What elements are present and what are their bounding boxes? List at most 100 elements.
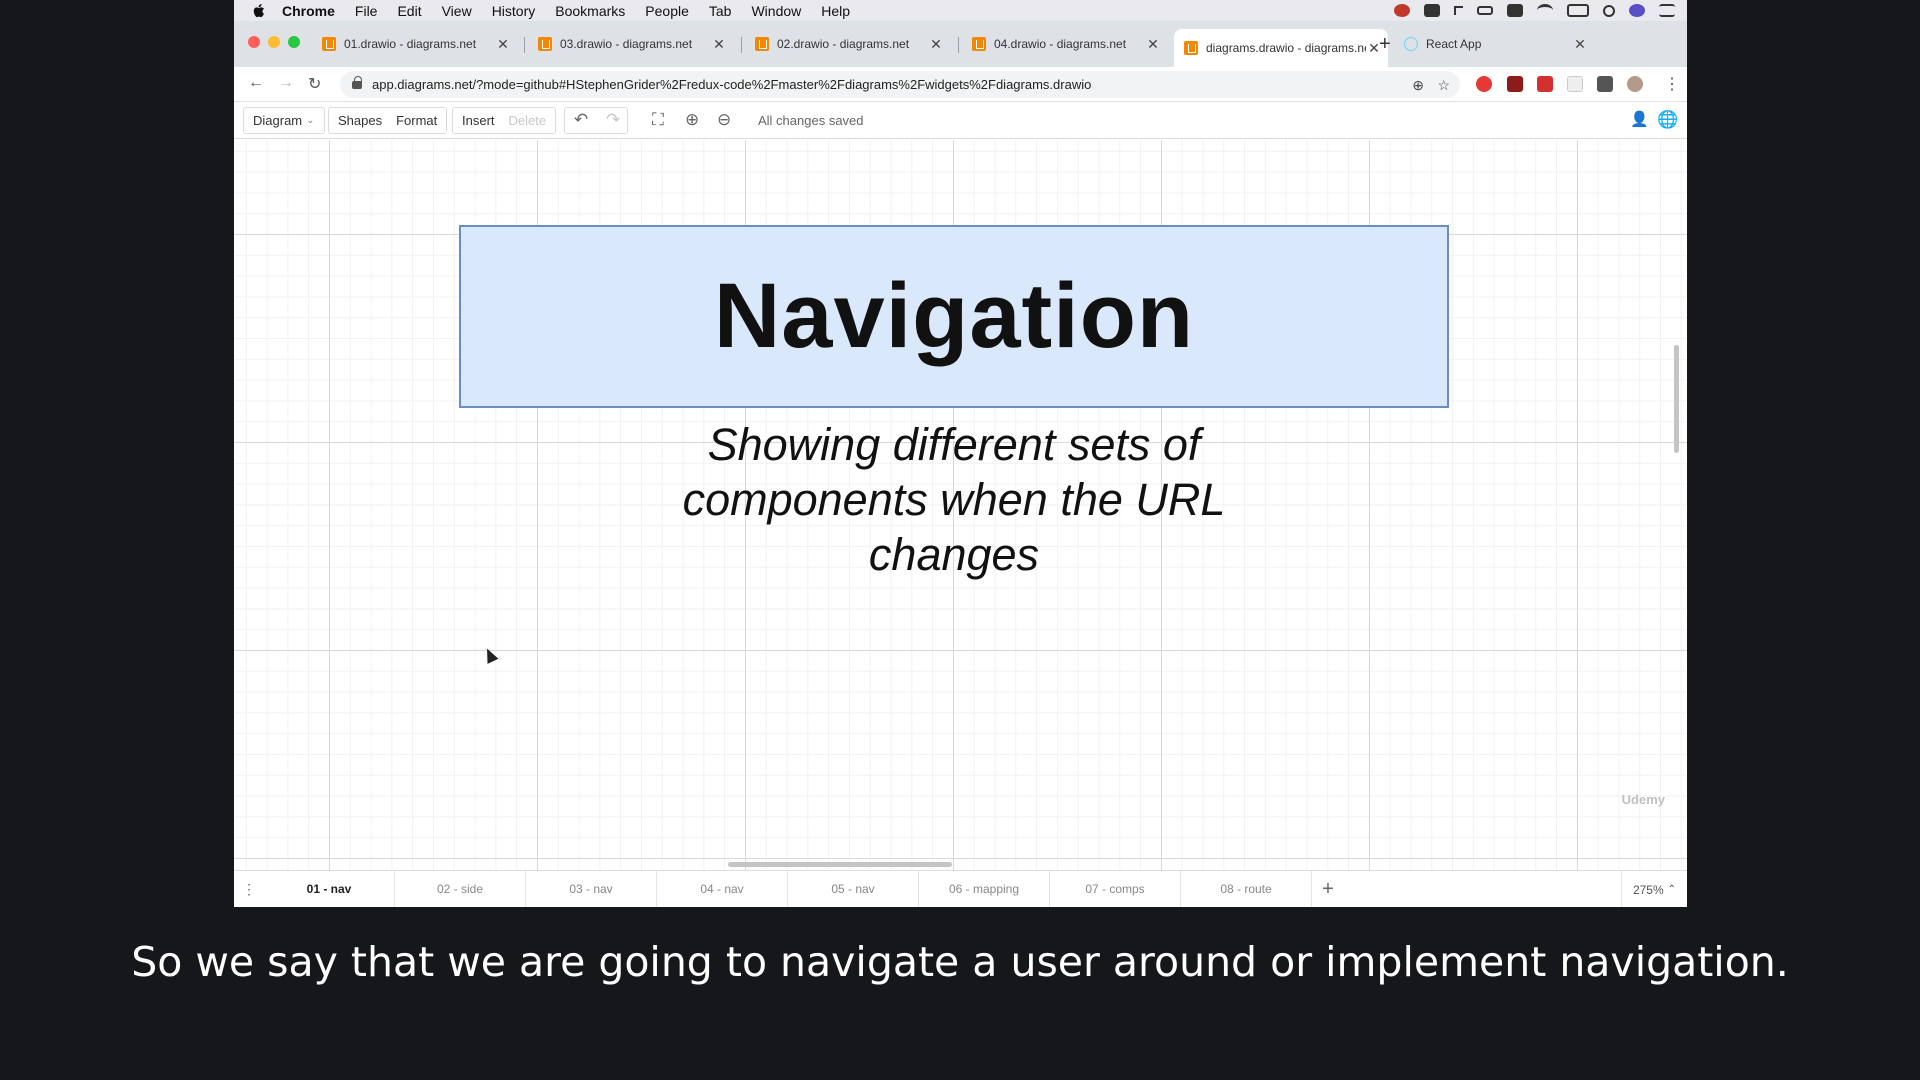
browser-tab[interactable]: 04.drawio - diagrams.net ✕: [962, 29, 1167, 59]
menu-edit[interactable]: Edit: [397, 3, 421, 19]
status-icons: [1394, 0, 1675, 21]
back-icon[interactable]: ←: [248, 74, 264, 92]
format-button[interactable]: Format: [396, 113, 437, 128]
minimize-window-button[interactable]: [268, 36, 280, 48]
tab-divider: [524, 37, 525, 53]
vertical-scrollbar[interactable]: [1674, 345, 1679, 453]
browser-tab[interactable]: React App ✕: [1394, 29, 1594, 59]
window-controls: [248, 36, 300, 48]
browser-tab[interactable]: 02.drawio - diagrams.net ✕: [745, 29, 950, 59]
page-tab[interactable]: 08 - route: [1181, 870, 1312, 907]
menu-app-chrome[interactable]: Chrome: [282, 3, 335, 19]
menu-file[interactable]: File: [355, 3, 378, 19]
pages-bar: ⋮ 01 - nav 02 - side 03 - nav 04 - nav 0…: [234, 870, 1687, 907]
page-tab[interactable]: 07 - comps: [1050, 870, 1181, 907]
battery-icon[interactable]: [1567, 4, 1589, 17]
chevron-up-icon: ⌃: [1667, 884, 1677, 895]
close-tab-icon[interactable]: ✕: [1145, 36, 1161, 53]
menu-tab[interactable]: Tab: [709, 3, 732, 19]
opera-extension-icon[interactable]: [1476, 76, 1492, 92]
pages-menu-icon[interactable]: ⋮: [234, 881, 264, 898]
cloud-icon[interactable]: [1507, 4, 1523, 17]
menu-history[interactable]: History: [492, 3, 536, 19]
browser-tab[interactable]: 01.drawio - diagrams.net ✕: [312, 29, 517, 59]
browser-tab[interactable]: 03.drawio - diagrams.net ✕: [528, 29, 733, 59]
menu-help[interactable]: Help: [821, 3, 850, 19]
tab-title: diagrams.drawio - diagrams.net: [1206, 41, 1366, 55]
page-tab[interactable]: 03 - nav: [526, 870, 657, 907]
url-text[interactable]: app.diagrams.net/?mode=github#HStephenGr…: [372, 77, 1091, 92]
edit-group: Insert Delete: [452, 107, 557, 134]
address-bar[interactable]: app.diagrams.net/?mode=github#HStephenGr…: [340, 71, 1460, 98]
language-globe-icon[interactable]: 🌐: [1657, 110, 1678, 130]
navigation-bar: ← → ↻ app.diagrams.net/?mode=github#HSte…: [234, 67, 1687, 102]
page-tab[interactable]: 04 - nav: [657, 870, 788, 907]
record-icon[interactable]: [1394, 4, 1410, 17]
install-icon[interactable]: ⊕: [1412, 77, 1424, 94]
user-icon[interactable]: 👤: [1630, 110, 1649, 128]
wifi-icon[interactable]: [1537, 4, 1553, 17]
browser-tab-active[interactable]: diagrams.drawio - diagrams.net ✕: [1174, 29, 1388, 67]
forward-icon[interactable]: →: [278, 74, 294, 92]
control-center-icon[interactable]: [1659, 4, 1675, 17]
profile-avatar[interactable]: [1627, 76, 1643, 92]
tab-title: 04.drawio - diagrams.net: [994, 37, 1127, 51]
menu-view[interactable]: View: [442, 3, 472, 19]
close-tab-icon[interactable]: ✕: [711, 36, 727, 53]
zoom-window-button[interactable]: [288, 36, 300, 48]
udemy-watermark: Udemy: [1621, 792, 1665, 807]
bookmark-star-icon[interactable]: ☆: [1437, 77, 1450, 94]
tab-title: React App: [1426, 37, 1482, 51]
page-tab[interactable]: 06 - mapping: [919, 870, 1050, 907]
puzzle-extensions-icon[interactable]: [1597, 76, 1613, 92]
zoom-in-icon[interactable]: ⊕: [685, 110, 699, 130]
more-menu-icon[interactable]: ⋮: [1664, 74, 1680, 94]
drawio-icon: [322, 37, 336, 51]
glasses-icon[interactable]: [1477, 6, 1493, 15]
ublock-extension-icon[interactable]: [1507, 76, 1523, 92]
zoom-out-icon[interactable]: ⊖: [717, 110, 731, 130]
diagram-canvas[interactable]: Navigation Showing different sets of com…: [234, 140, 1687, 870]
diagram-subtitle[interactable]: Showing different sets of components whe…: [634, 417, 1274, 582]
close-tab-icon[interactable]: ✕: [495, 36, 511, 53]
fullscreen-icon[interactable]: ⛶: [652, 110, 664, 130]
page-tab[interactable]: 05 - nav: [788, 870, 919, 907]
close-window-button[interactable]: [248, 36, 260, 48]
diagram-menu[interactable]: Diagram ⌄: [243, 107, 325, 134]
menu-bookmarks[interactable]: Bookmarks: [555, 3, 625, 19]
zoom-level[interactable]: 275% ⌃: [1621, 871, 1687, 907]
diagram-menu-label: Diagram: [253, 113, 303, 128]
search-icon[interactable]: [1603, 4, 1615, 17]
pointer-icon[interactable]: [1454, 6, 1463, 15]
tab-strip: 01.drawio - diagrams.net ✕ 03.drawio - d…: [234, 21, 1687, 67]
page-tab-active[interactable]: 01 - nav: [264, 870, 395, 907]
extension-icon[interactable]: [1537, 76, 1553, 92]
lock-icon[interactable]: [352, 75, 362, 89]
redo-icon[interactable]: ↷: [606, 110, 620, 130]
blank-extension-icon[interactable]: [1567, 76, 1583, 92]
apple-icon[interactable]: [248, 3, 270, 18]
close-tab-icon[interactable]: ✕: [1572, 36, 1588, 53]
menu-window[interactable]: Window: [751, 3, 801, 19]
tab-divider: [958, 37, 959, 53]
new-tab-button[interactable]: +: [1379, 33, 1391, 56]
drawio-icon: [755, 37, 769, 51]
add-page-icon[interactable]: +: [1312, 878, 1344, 901]
zoom-value: 275%: [1632, 882, 1664, 897]
menu-people[interactable]: People: [645, 3, 689, 19]
insert-button[interactable]: Insert: [462, 113, 495, 128]
docker-icon[interactable]: [1424, 4, 1440, 17]
reload-icon[interactable]: ↻: [308, 74, 321, 94]
react-icon: [1404, 37, 1418, 51]
undo-icon[interactable]: ↶: [574, 110, 588, 130]
siri-icon[interactable]: [1629, 4, 1645, 17]
shapes-button[interactable]: Shapes: [338, 113, 382, 128]
close-tab-icon[interactable]: ✕: [928, 36, 944, 53]
horizontal-scrollbar[interactable]: [728, 862, 952, 867]
delete-button[interactable]: Delete: [509, 113, 547, 128]
tab-title: 03.drawio - diagrams.net: [560, 37, 693, 51]
navigation-title-box[interactable]: Navigation: [459, 225, 1449, 408]
mouse-cursor-icon: [481, 646, 499, 664]
page-tab[interactable]: 02 - side: [395, 870, 526, 907]
tab-title: 01.drawio - diagrams.net: [344, 37, 477, 51]
